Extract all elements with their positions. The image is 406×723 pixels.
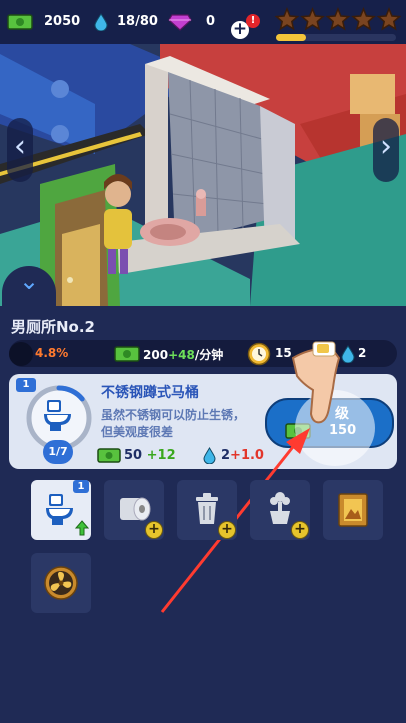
item-slot-toilet-paper[interactable]: +: [104, 480, 164, 540]
water-drop-icon: [94, 13, 108, 31]
restroom-scene-art: [0, 44, 406, 306]
add-item-icon: +: [145, 521, 163, 539]
item-slot-badge: 1: [73, 480, 89, 493]
star-progress-fill: [276, 34, 306, 41]
item-slot-trash-can[interactable]: +: [177, 480, 237, 540]
item-income-value: 50: [124, 448, 143, 463]
item-slot-ventilation-fan[interactable]: [31, 553, 91, 613]
water-usage: 2: [358, 346, 367, 360]
clock-icon: [247, 342, 271, 366]
trash-can-icon: [196, 493, 218, 524]
income-cash-icon: [114, 346, 140, 362]
item-income-icon: [97, 448, 121, 463]
level-progress-label: 1/7: [43, 440, 73, 464]
resource-bar: 2050 18/80 0 + !: [0, 0, 406, 44]
toilet-icon: [44, 400, 71, 431]
add-item-icon: +: [291, 521, 309, 539]
scene-left-arrow[interactable]: ‹: [7, 118, 33, 182]
gem-amount: 0: [206, 14, 216, 29]
star-5-icon: [376, 7, 402, 31]
star-progress-track: [276, 34, 396, 41]
cleanliness-ring-icon: [9, 342, 33, 366]
water-amount: 18/80: [117, 14, 158, 29]
scene-right-arrow[interactable]: ›: [373, 118, 399, 182]
income-unit: /分钟: [194, 348, 224, 362]
cash-icon: [7, 14, 33, 30]
cleanliness-percent: 4.8%: [35, 346, 69, 360]
item-slot-toilet[interactable]: 1: [31, 480, 91, 540]
add-item-icon: +: [218, 521, 236, 539]
ventilation-fan-icon: [44, 566, 78, 600]
star-rating: [274, 7, 402, 31]
income-base: 200: [143, 348, 169, 362]
income-rate: 200+48/分钟: [143, 346, 223, 363]
cash-amount: 2050: [44, 14, 81, 29]
toilet-icon: [46, 494, 73, 525]
income-bonus: +48: [168, 348, 195, 362]
toilet-paper-icon: [120, 497, 151, 521]
alert-badge: !: [246, 14, 260, 28]
upgrade-arrow-icon: [75, 520, 89, 536]
star-1-icon: [274, 7, 300, 31]
item-name: 不锈钢蹲式马桶: [101, 385, 199, 401]
star-4-icon: [351, 7, 376, 31]
item-slot-picture[interactable]: [323, 480, 383, 540]
flower-pot-icon: [270, 492, 290, 524]
game-scene[interactable]: ‹ › ⌄: [0, 44, 406, 306]
gem-icon: [168, 14, 192, 31]
tutorial-hand-pointer-icon: [291, 341, 341, 424]
star-3-icon: [325, 7, 351, 31]
item-slot-flower-pot[interactable]: +: [250, 480, 310, 540]
picture-frame-icon: [338, 493, 368, 527]
room-title: 男厕所No.2: [11, 318, 95, 336]
star-2-icon: [300, 7, 325, 31]
